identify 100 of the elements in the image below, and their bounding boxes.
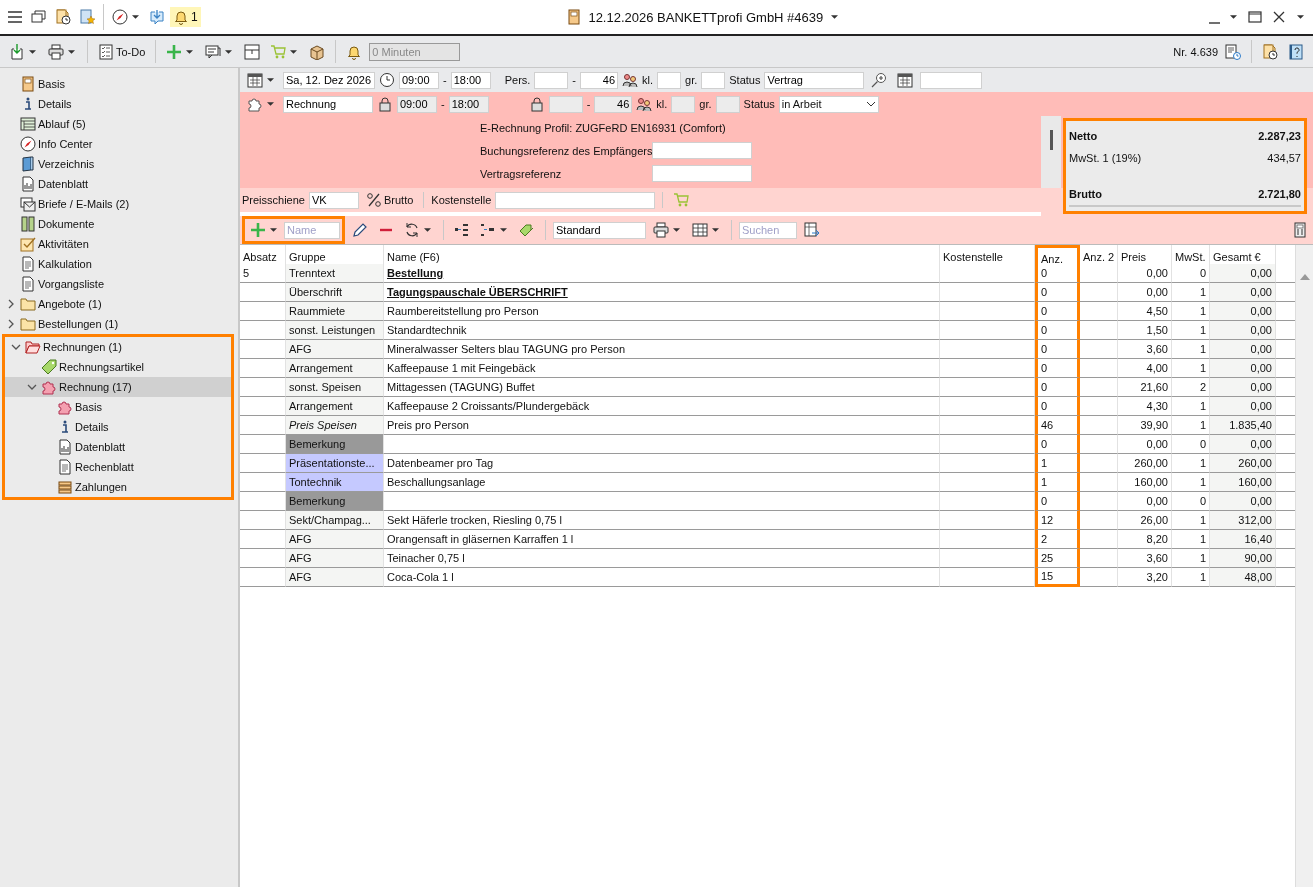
sidebar-item[interactable]: Ablauf (5) — [0, 114, 238, 134]
splitter-handle[interactable] — [1041, 116, 1061, 188]
sidebar-item[interactable]: Rechnungsartikel — [5, 357, 231, 377]
date-field[interactable] — [920, 71, 983, 89]
input-field[interactable] — [652, 142, 752, 159]
zoom-icon — [871, 72, 888, 88]
sidebar-item[interactable]: Basis — [0, 74, 238, 94]
column-header[interactable]: Anz. — [1035, 245, 1080, 267]
chevron-icon[interactable] — [6, 299, 16, 309]
sidebar-item[interactable]: Aktivitäten — [0, 234, 238, 254]
folder-icon — [25, 339, 41, 355]
scrollbar[interactable] — [1295, 245, 1313, 887]
start-time-field[interactable]: 09:00 — [399, 71, 439, 89]
sidebar-item[interactable]: Datenblatt — [5, 437, 231, 457]
document-name-field[interactable]: Rechnung — [283, 95, 373, 113]
history-button[interactable] — [1222, 41, 1244, 62]
persons-from-field[interactable] — [534, 71, 569, 89]
large-count-field[interactable] — [715, 95, 740, 113]
cost-center-field[interactable] — [495, 191, 656, 209]
table-cell — [1080, 492, 1118, 511]
sidebar-item[interactable]: Vorgangsliste — [0, 274, 238, 294]
table-cell: 1 — [1035, 473, 1080, 492]
compass-icon — [20, 136, 36, 152]
sidebar-item[interactable]: Briefe / E-Mails (2) — [0, 194, 238, 214]
name-field[interactable]: Name — [284, 221, 340, 239]
sidebar-item[interactable]: Rechnungen (1) — [5, 337, 231, 357]
price-list-field[interactable]: VK — [309, 191, 359, 209]
book-icon — [20, 76, 36, 92]
sidebar-item[interactable]: Angebote (1) — [0, 294, 238, 314]
caret-icon — [29, 49, 36, 54]
window-title[interactable]: 12.12.2026 BANKETTprofi GmbH #4639 — [563, 7, 844, 27]
persons-to-field[interactable]: 46 — [580, 71, 619, 89]
chevron-icon[interactable] — [6, 319, 16, 329]
caret-icon — [267, 78, 274, 82]
binder-icon — [20, 216, 36, 232]
tree-icon — [480, 222, 496, 238]
sidebar-item[interactable]: Rechnung (17) — [5, 377, 231, 397]
table-cell — [1080, 264, 1118, 283]
chevron-icon[interactable] — [27, 382, 37, 392]
coins-icon — [57, 479, 73, 495]
persons-to-field[interactable]: 46 — [594, 95, 633, 113]
total-label: MwSt. 1 (19%) — [1069, 152, 1142, 164]
end-time-field[interactable]: 18:00 — [448, 95, 489, 113]
total-label: Netto — [1069, 130, 1098, 142]
table-cell: 3,20 — [1118, 568, 1172, 587]
sidebar-item[interactable]: Details — [5, 417, 231, 437]
table-cell — [1080, 397, 1118, 416]
persons-from-field[interactable] — [548, 95, 583, 113]
sidebar-item[interactable]: Rechenblatt — [5, 457, 231, 477]
table-cell: 0,00 — [1210, 359, 1276, 378]
scroll-up-icon[interactable] — [1299, 273, 1310, 281]
column-header[interactable]: Preis — [1118, 245, 1172, 267]
column-header[interactable]: Kostenstelle — [940, 245, 1035, 267]
input-field[interactable] — [652, 165, 752, 182]
table-cell: Mittagessen (TAGUNG) Buffet — [384, 378, 940, 397]
table-cell: Mineralwasser Selters blau TAGUNG pro Person — [384, 340, 940, 359]
table-cell: 4,30 — [1118, 397, 1172, 416]
end-time-field[interactable]: 18:00 — [450, 71, 491, 89]
download-icon — [9, 43, 25, 60]
small-count-field[interactable] — [671, 95, 696, 113]
total-value: 2.721,80 — [1258, 188, 1301, 200]
table-cell: Datenbeamer pro Tag — [384, 454, 940, 473]
e-invoice-profile: E-Rechnung Profil: ZUGFeRD EN16931 (Comfort) — [480, 121, 727, 134]
table-cell: 0 — [1035, 378, 1080, 397]
todo-button[interactable]: To-Do — [95, 41, 149, 62]
small-count-field[interactable] — [657, 71, 682, 89]
bell-icon — [346, 43, 363, 60]
sidebar-item[interactable]: Verzeichnis — [0, 154, 238, 174]
status-field[interactable]: Vertrag — [764, 71, 865, 89]
start-time-field[interactable]: 09:00 — [397, 95, 437, 113]
chart-document-icon — [20, 176, 36, 192]
notifications-button[interactable]: 1 — [170, 7, 201, 27]
table-cell: 90,00 — [1210, 549, 1276, 568]
calculator-icon — [1292, 222, 1308, 238]
sidebar-item[interactable]: Zahlungen — [5, 477, 231, 497]
sidebar-item[interactable]: Info Center — [0, 134, 238, 154]
large-count-field[interactable] — [701, 71, 726, 89]
table-cell: Arrangement — [286, 359, 384, 378]
sidebar-item[interactable]: Details — [0, 94, 238, 114]
sidebar-item[interactable]: Dokumente — [0, 214, 238, 234]
caret-icon — [225, 49, 233, 54]
caret-icon — [267, 102, 274, 106]
table-cell: 4,50 — [1118, 302, 1172, 321]
sidebar-item[interactable]: Datenblatt — [0, 174, 238, 194]
table-cell: 39,90 — [1118, 416, 1172, 435]
table-cell — [1080, 359, 1118, 378]
printer-icon — [653, 222, 669, 238]
status-dropdown[interactable]: in Arbeit — [778, 95, 879, 113]
sidebar-item[interactable]: Basis — [5, 397, 231, 417]
search-field[interactable]: Suchen — [739, 221, 797, 239]
table-cell: 0,00 — [1210, 264, 1276, 283]
table-cell: 8,20 — [1118, 530, 1172, 549]
column-header[interactable]: Anz. 2 — [1080, 245, 1118, 267]
sidebar-item[interactable]: Kalkulation — [0, 254, 238, 274]
download-icon — [149, 9, 165, 25]
gross-toggle[interactable]: Brutto — [363, 190, 417, 210]
chevron-icon[interactable] — [11, 342, 21, 352]
layout-field[interactable]: Standard — [553, 221, 646, 239]
sidebar-item[interactable]: Bestellungen (1) — [0, 314, 238, 334]
date-field[interactable]: Sa, 12. Dez 2026 — [283, 71, 375, 89]
